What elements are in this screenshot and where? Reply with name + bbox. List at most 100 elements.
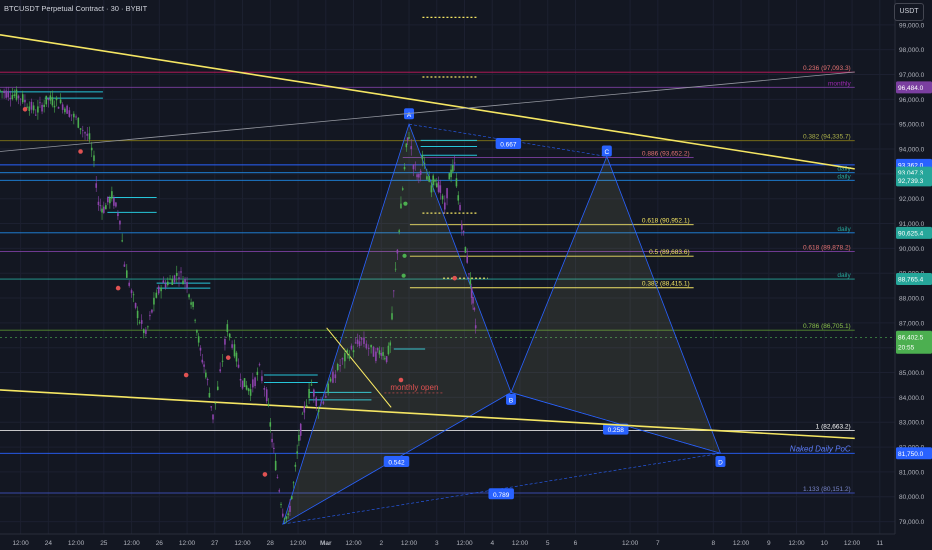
candle-body [243, 378, 246, 387]
candle-body [162, 280, 165, 283]
candle-body [385, 356, 388, 363]
sell-marker [115, 285, 121, 291]
candle-body [408, 137, 410, 139]
candle-body [41, 104, 43, 112]
candle-body [350, 345, 353, 350]
candle-body [196, 329, 198, 333]
candle-body [396, 249, 399, 254]
candle-body [9, 97, 12, 100]
candle-body [450, 169, 452, 178]
price-tick-label: 94,000.0 [899, 147, 925, 154]
candle-body [382, 352, 384, 356]
candle-body [336, 364, 339, 371]
time-tick-label: 12:00 [788, 540, 805, 547]
candle-body [64, 108, 66, 113]
candle-body [412, 164, 415, 170]
time-tick-label: 12:00 [512, 540, 529, 547]
candle-body [216, 386, 219, 391]
candle-body [317, 409, 320, 413]
level-label: 0.236 (97,093.3) [803, 65, 851, 72]
candle-body [278, 490, 281, 492]
candle-body [303, 406, 306, 413]
candle-body [45, 95, 48, 105]
level-label: Naked Daily PoC [790, 444, 851, 453]
candle-body [184, 279, 186, 283]
level-label: 0.618 (89,878.2) [803, 244, 851, 251]
price-tick-label: 80,000.0 [899, 494, 925, 501]
candle-body [346, 349, 349, 353]
time-tick-label: 12:00 [401, 540, 418, 547]
pattern-point-label: A [407, 112, 412, 119]
candle-body [86, 133, 89, 136]
candle-body [228, 333, 231, 338]
candle-body [117, 213, 119, 217]
time-tick-label: 9 [767, 540, 771, 547]
candle-body [205, 372, 207, 378]
price-chart[interactable]: 0.236 (97,093.3) monthly 0.382 (94,335.7) 0… [0, 0, 932, 550]
candle-body [265, 389, 268, 402]
candle-body [289, 505, 291, 512]
candle-body [285, 516, 288, 519]
candle-body [389, 342, 392, 346]
candle-body [276, 477, 279, 479]
candle-body [214, 402, 217, 404]
price-tick-label: 83,000.0 [899, 420, 925, 427]
candle-body [365, 343, 368, 349]
price-label: 96,484.0 [898, 85, 924, 92]
candle-body [401, 188, 404, 190]
candle-body [437, 181, 440, 192]
time-tick-label: 12:00 [622, 540, 639, 547]
candle-body [105, 205, 107, 210]
candle-body [241, 380, 244, 389]
candle-body [247, 388, 250, 392]
candle-body [13, 94, 16, 97]
time-tick-label: 24 [45, 540, 53, 547]
price-tick-label: 84,000.0 [899, 395, 925, 402]
candle-body [138, 322, 141, 324]
buy-marker [401, 273, 406, 278]
candle-body [0, 89, 1, 91]
candle-body [47, 98, 50, 101]
candle-body [308, 388, 310, 398]
candle-body [70, 114, 73, 116]
time-tick-label: 6 [574, 540, 578, 547]
candle-body [140, 320, 143, 324]
price-tick-label: 96,000.0 [899, 97, 925, 104]
candle-body [134, 302, 137, 308]
candle-body [416, 174, 418, 178]
candle-body [434, 179, 436, 182]
candle-body [51, 97, 54, 106]
candle-body [1, 91, 3, 92]
candle-body [24, 99, 26, 103]
candle-body [292, 482, 295, 484]
candle-body [182, 280, 184, 285]
candle-body [5, 90, 7, 98]
time-tick-label: 3 [435, 540, 439, 547]
price-label: 90,625.4 [898, 230, 924, 237]
candle-body [315, 397, 318, 407]
candle-body [341, 358, 344, 360]
candle-body [107, 196, 109, 203]
candle-body [280, 504, 282, 505]
level-label: monthly [828, 80, 852, 87]
candle-body [414, 164, 417, 166]
currency-button[interactable]: USDT [894, 3, 924, 21]
time-axis[interactable]: 12:00 24 12:00 25 12:00 26 12:00 27 12:00 28 12:00… [0, 533, 932, 550]
sell-marker [398, 377, 404, 383]
candle-body [66, 105, 68, 114]
candle-body [77, 117, 80, 128]
price-axis[interactable]: 79,000.080,000.081,000.082,000.083,000.0… [894, 0, 932, 550]
level-label: 0.382 (94,335.7) [803, 134, 851, 141]
trendline [0, 71, 855, 152]
candle-body [339, 364, 341, 367]
candle-body [329, 378, 332, 382]
candle-body [175, 272, 178, 276]
time-tick-label: 7 [656, 540, 660, 547]
candle-body [263, 388, 266, 390]
candle-body [419, 170, 422, 175]
pattern-ratio-label: 0.667 [500, 142, 517, 149]
level-label: 0.5 (89,683.6) [649, 249, 689, 256]
candle-body [464, 247, 467, 253]
candle-body [136, 310, 139, 319]
candle-body [269, 422, 272, 427]
